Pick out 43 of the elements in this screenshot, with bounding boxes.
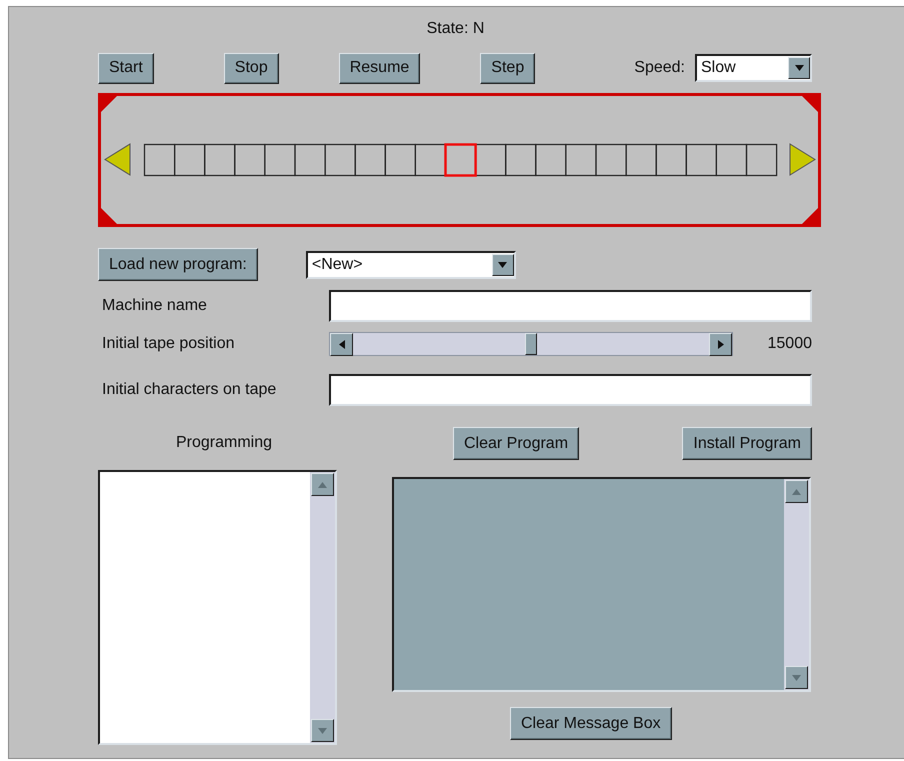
position-reading: 15000	[768, 334, 812, 354]
caret-icon	[794, 65, 804, 71]
clear-message-box-button[interactable]: Clear Message Box	[510, 707, 672, 740]
programming-label: Programming	[176, 433, 272, 453]
slider-thumb[interactable]	[525, 333, 537, 355]
scroll-down-button[interactable]	[785, 666, 808, 689]
caret-icon	[498, 262, 508, 268]
load-program-button[interactable]: Load new program:	[98, 248, 258, 281]
state-label: State: N	[426, 18, 484, 38]
corner-mark	[98, 93, 120, 115]
field-label: Initial tape position	[101, 334, 236, 354]
machine-name-field[interactable]	[329, 290, 812, 322]
scroll-up-button[interactable]	[311, 473, 334, 496]
field-label: Machine name	[101, 296, 208, 316]
step-button[interactable]: Step	[480, 52, 536, 84]
corner-mark	[98, 205, 120, 227]
speed-label: Speed:	[634, 58, 685, 78]
scroll-right-button[interactable]	[709, 333, 732, 356]
start-button[interactable]: Start	[98, 52, 154, 84]
initial-characters-field[interactable]	[329, 374, 812, 406]
up-arrow-icon	[792, 488, 801, 494]
down-arrow-icon	[792, 674, 801, 680]
field-label: Initial characters on tape	[101, 380, 278, 400]
left-arrow-icon	[338, 340, 344, 349]
scroll-up-button[interactable]	[785, 480, 808, 503]
down-arrow-icon	[318, 728, 327, 734]
corner-mark	[799, 93, 821, 115]
resume-button[interactable]: Resume	[338, 52, 420, 84]
right-arrow-icon[interactable]	[790, 143, 816, 176]
install-program-button[interactable]: Install Program	[682, 427, 812, 460]
scroll-down-button[interactable]	[311, 719, 334, 742]
corner-mark	[799, 205, 821, 227]
scroll-left-button[interactable]	[330, 333, 353, 356]
speed-dropdown[interactable]: Slow	[695, 54, 812, 82]
scrollbar[interactable]	[784, 479, 809, 690]
tape-position-slider[interactable]	[329, 332, 733, 356]
left-arrow-icon[interactable]	[104, 143, 130, 176]
right-arrow-icon	[718, 340, 724, 349]
program-dropdown[interactable]: <New>	[306, 250, 516, 278]
clear-program-button[interactable]: Clear Program	[453, 427, 580, 460]
up-arrow-icon	[318, 482, 327, 488]
stop-button[interactable]: Stop	[224, 52, 279, 84]
scrollbar[interactable]	[310, 472, 335, 743]
